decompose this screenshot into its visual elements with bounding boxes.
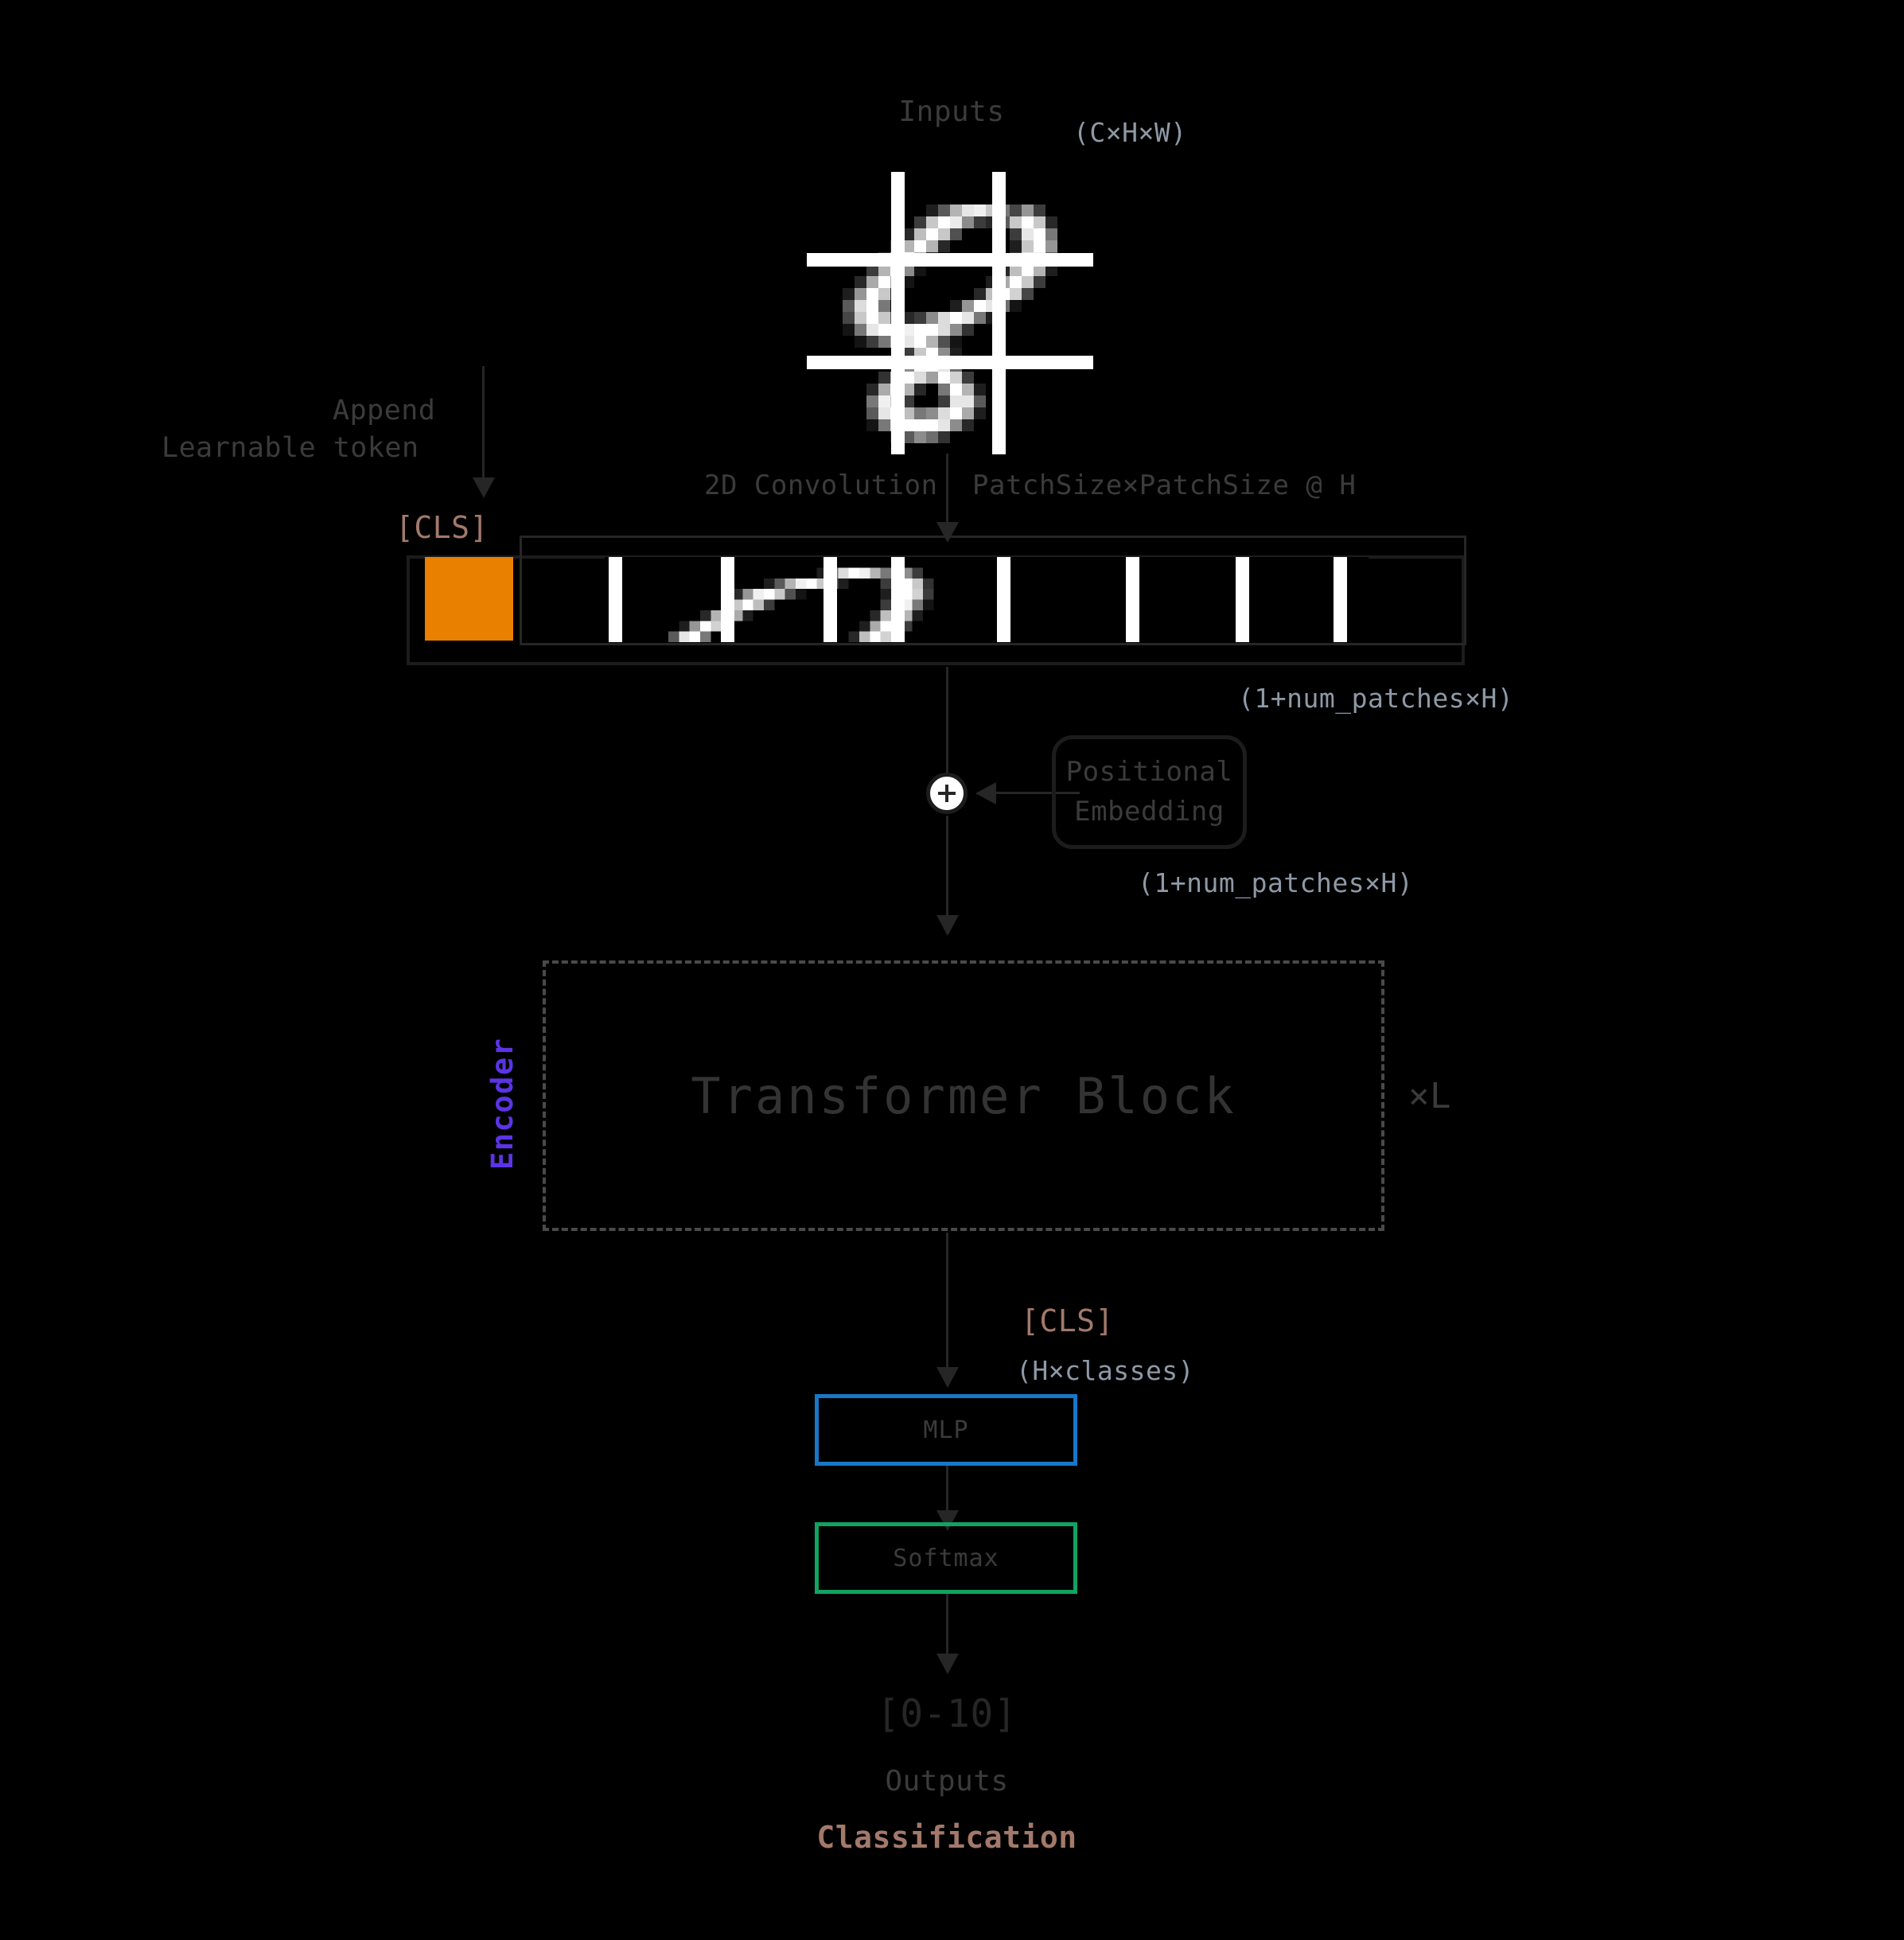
sum-node-icon — [926, 773, 968, 814]
mlp-label: MLP — [923, 1416, 969, 1444]
cls-token-top-label: [CLS] — [395, 510, 489, 545]
input-grid-vline-1 — [891, 172, 905, 454]
patch-divider-2 — [721, 557, 734, 642]
append-arrow-line — [482, 366, 485, 492]
encoder-label: Encoder — [485, 1037, 520, 1170]
softmax-label: Softmax — [893, 1544, 999, 1572]
patch-divider-8 — [1334, 557, 1347, 642]
patch-row-image — [605, 557, 1369, 642]
head-shape-label: (H×classes) — [1016, 1355, 1195, 1386]
patch-divider-4 — [891, 557, 905, 642]
input-digit-image — [807, 169, 1093, 455]
patch-divider-5 — [997, 557, 1010, 642]
outputs-label: Outputs — [885, 1765, 1009, 1798]
patch-divider-3 — [824, 557, 837, 642]
input-shape-label: (C×H×W) — [1073, 117, 1187, 148]
encoder-to-mlp-arrowhead — [936, 1367, 959, 1388]
softmax-to-output-arrowhead — [936, 1654, 959, 1674]
positional-embedding-box: Positional Embedding — [1052, 735, 1247, 849]
tokens-to-sum-line — [946, 667, 948, 774]
positional-embedding-label-line1: Positional — [1065, 756, 1233, 789]
input-grid-hline-2 — [807, 356, 1093, 369]
conv-label: 2D Convolution — [704, 469, 938, 501]
append-arrowhead — [473, 477, 495, 498]
patch-divider-6 — [1126, 557, 1139, 642]
cls-token-square — [425, 557, 513, 641]
sum-to-encoder-line — [946, 816, 948, 931]
token-shape-label: (1+num_patches×H) — [1238, 683, 1514, 714]
diagram-canvas: Inputs (C×H×W) Append Learnable token 2D… — [0, 0, 1904, 1940]
positional-embedding-label-line2: Embedding — [1074, 795, 1225, 828]
inputs-title: Inputs — [898, 95, 1005, 128]
softmax-box[interactable]: Softmax — [815, 1522, 1077, 1594]
append-label-line2: Learnable token — [162, 432, 419, 464]
mlp-box[interactable]: MLP — [815, 1394, 1077, 1466]
patch-divider-7 — [1236, 557, 1249, 642]
repeat-count-label: ×L — [1408, 1076, 1451, 1116]
input-grid-vline-2 — [992, 172, 1006, 454]
transformer-block-label: Transformer Block — [691, 1066, 1236, 1125]
encoder-to-mlp-line — [946, 1233, 948, 1384]
append-label-line1: Append — [333, 395, 436, 427]
posembed-shape-label: (1+num_patches×H) — [1138, 867, 1414, 898]
output-range-label: [0-10] — [876, 1692, 1018, 1736]
input-grid-hline-1 — [807, 253, 1093, 267]
conv-params-label: PatchSize×PatchSize @ H — [972, 469, 1357, 501]
posembed-arrowhead — [975, 782, 996, 804]
transformer-block-box: Transformer Block — [543, 960, 1384, 1231]
classification-label: Classification — [816, 1820, 1077, 1855]
sum-to-encoder-arrowhead — [936, 915, 959, 936]
patch-divider-1 — [609, 557, 622, 642]
cls-token-bottom-label: [CLS] — [1021, 1303, 1114, 1338]
